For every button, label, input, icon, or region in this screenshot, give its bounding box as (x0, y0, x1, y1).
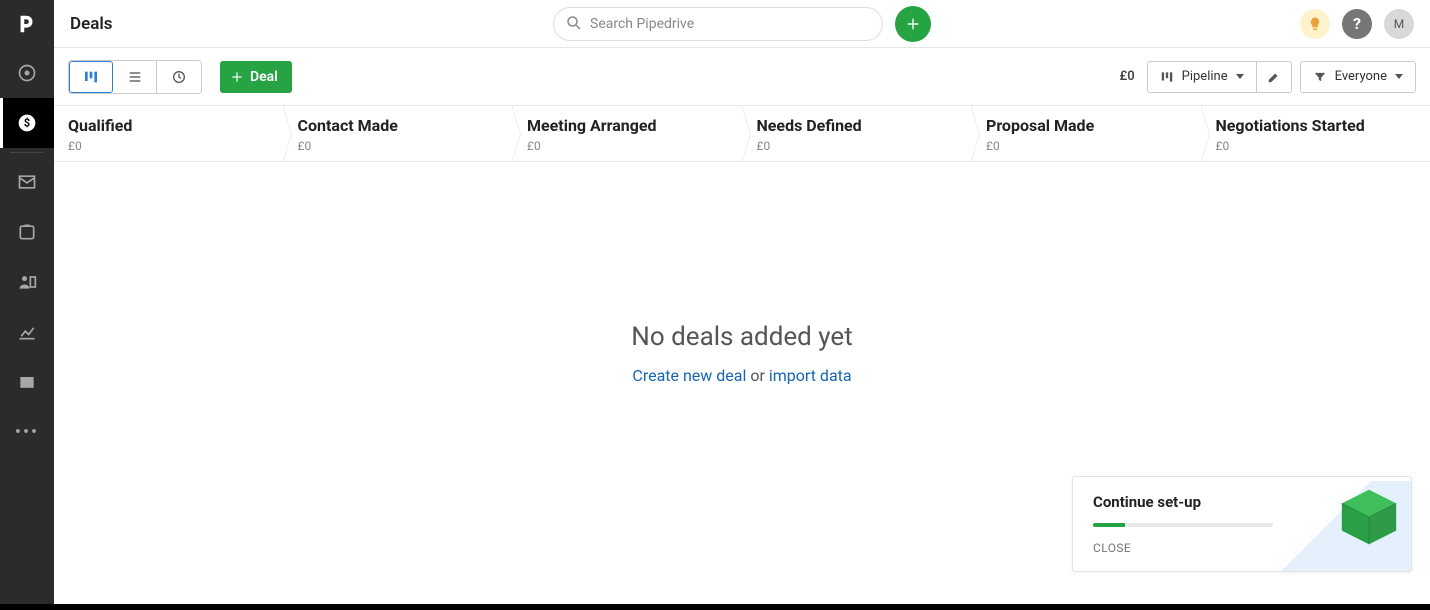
stage-title: Proposal Made (986, 116, 1187, 135)
topbar-actions: ? M (1300, 9, 1414, 39)
pipeline-columns: Qualified £0 Contact Made £0 Meeting Arr… (54, 106, 1430, 162)
stage-amount: £0 (757, 139, 958, 153)
total-amount: £0 (1120, 69, 1135, 84)
plus-icon (230, 70, 244, 84)
stage-proposal-made[interactable]: Proposal Made £0 (972, 106, 1202, 161)
edit-pipeline-button[interactable] (1257, 62, 1291, 92)
help-button[interactable]: ? (1342, 9, 1372, 39)
empty-subtext: Create new deal or import data (632, 366, 851, 385)
view-list-button[interactable] (113, 61, 157, 93)
main: Deals ? M (54, 0, 1430, 604)
user-avatar[interactable]: M (1384, 9, 1414, 39)
nav-leads[interactable] (0, 48, 54, 98)
stage-amount: £0 (1216, 139, 1417, 153)
bottom-bar (0, 604, 1430, 610)
setup-widget: Continue set-up CLOSE (1072, 476, 1412, 572)
owner-filter-label: Everyone (1335, 69, 1387, 84)
or-text: or (746, 366, 768, 385)
stage-amount: £0 (527, 139, 728, 153)
nav-activities[interactable] (0, 207, 54, 257)
stage-title: Needs Defined (757, 116, 958, 135)
sidebar-divider (10, 152, 44, 153)
stage-title: Meeting Arranged (527, 116, 728, 135)
stage-title: Qualified (68, 116, 269, 135)
sidebar: $ ••• (0, 0, 54, 604)
toolbar: Deal £0 Pipeline Everyone (54, 48, 1430, 106)
search-icon (565, 14, 583, 32)
view-toggle-group (68, 60, 202, 94)
chevron-down-icon (1395, 74, 1403, 79)
nav-more[interactable]: ••• (0, 407, 54, 457)
search-input[interactable] (553, 7, 883, 41)
list-icon (127, 69, 143, 85)
stage-qualified[interactable]: Qualified £0 (54, 106, 284, 161)
owner-filter-dropdown[interactable]: Everyone (1300, 61, 1416, 93)
view-pipeline-button[interactable] (69, 61, 113, 93)
pencil-icon (1267, 70, 1281, 84)
stage-amount: £0 (986, 139, 1187, 153)
stage-needs-defined[interactable]: Needs Defined £0 (743, 106, 973, 161)
pipeline-dropdown[interactable]: Pipeline (1148, 62, 1256, 92)
nav-deals[interactable]: $ (0, 98, 54, 148)
stage-amount: £0 (68, 139, 269, 153)
topbar: Deals ? M (54, 0, 1430, 48)
setup-progress-fill (1093, 523, 1125, 527)
create-deal-link[interactable]: Create new deal (632, 366, 746, 385)
forecast-icon (171, 69, 187, 85)
more-icon: ••• (15, 422, 39, 443)
empty-heading: No deals added yet (631, 322, 852, 352)
stage-title: Contact Made (298, 116, 499, 135)
nav-mail[interactable] (0, 157, 54, 207)
question-icon: ? (1353, 14, 1361, 33)
chevron-down-icon (1236, 74, 1244, 79)
stage-meeting-arranged[interactable]: Meeting Arranged £0 (513, 106, 743, 161)
page-title: Deals (70, 14, 113, 34)
stage-contact-made[interactable]: Contact Made £0 (284, 106, 514, 161)
plus-icon (905, 16, 921, 32)
pipeline-selector: Pipeline (1147, 61, 1292, 93)
quick-add-button[interactable] (895, 6, 931, 42)
filter-group: Pipeline Everyone (1147, 61, 1416, 93)
tips-button[interactable] (1300, 9, 1330, 39)
kanban-icon (1160, 70, 1174, 84)
nav-insights[interactable] (0, 307, 54, 357)
add-deal-label: Deal (250, 69, 278, 85)
stage-amount: £0 (298, 139, 499, 153)
import-data-link[interactable]: import data (769, 366, 852, 385)
logo[interactable] (0, 0, 54, 48)
stage-title: Negotiations Started (1216, 116, 1417, 135)
svg-text:$: $ (24, 116, 30, 129)
nav-contacts[interactable] (0, 257, 54, 307)
cube-icon (1335, 483, 1403, 551)
search-wrap (553, 6, 931, 42)
stage-negotiations-started[interactable]: Negotiations Started £0 (1202, 106, 1430, 161)
view-forecast-button[interactable] (157, 61, 201, 93)
bulb-icon (1307, 16, 1323, 32)
pipeline-label: Pipeline (1182, 69, 1228, 84)
nav-products[interactable] (0, 357, 54, 407)
add-deal-button[interactable]: Deal (220, 61, 292, 93)
filter-icon (1313, 70, 1327, 84)
kanban-icon (83, 69, 99, 85)
